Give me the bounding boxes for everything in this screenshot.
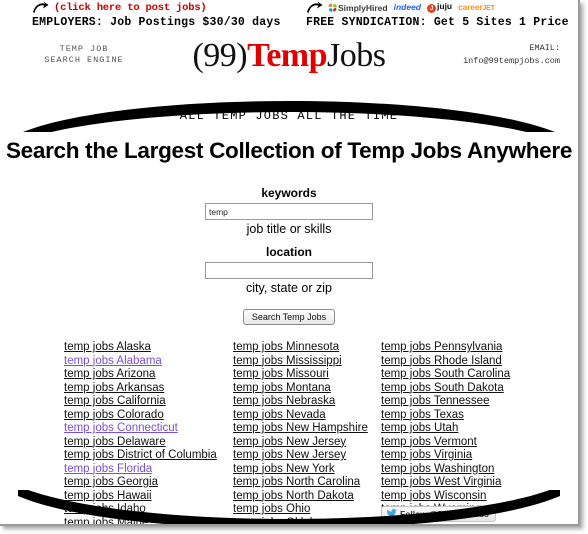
job-search-form: keywords job title or skills location ci… [0, 186, 578, 325]
location-hint: city, state or zip [246, 281, 332, 295]
state-job-link[interactable]: temp jobs Washington [381, 463, 510, 477]
promo-employers-row: (click here to post jobs) [32, 0, 332, 15]
state-job-link[interactable]: temp jobs Arizona [64, 368, 217, 382]
juju-dot-icon: J [427, 4, 437, 13]
employers-text: EMPLOYERS: Job Postings $30/30 days [32, 16, 281, 29]
promo-bar: (click here to post jobs) EMPLOYERS: Job… [0, 0, 578, 32]
curved-arrow-icon [306, 1, 323, 14]
state-job-link[interactable]: temp jobs Tennessee [381, 395, 510, 409]
location-label: location [265, 245, 312, 259]
state-job-link[interactable]: temp jobs Nevada [233, 409, 368, 423]
promo-syndication-row: SimplyHired indeed Jjuju careerJET [306, 0, 578, 15]
bottom-arc-shape-icon [18, 490, 560, 524]
location-input[interactable] [205, 262, 373, 279]
syndication-text: FREE SYNDICATION: Get 5 Sites 1 Price [306, 16, 569, 29]
state-job-link[interactable]: temp jobs Mississippi [233, 355, 368, 369]
state-job-link[interactable]: temp jobs Nebraska [233, 395, 368, 409]
simplyhired-logo: SimplyHired [328, 2, 388, 13]
state-job-link[interactable]: temp jobs Montana [233, 382, 368, 396]
page-title: Search the Largest Collection of Temp Jo… [5, 138, 573, 163]
keywords-label: keywords [261, 186, 317, 200]
arc-shape-icon [23, 101, 555, 132]
state-job-link[interactable]: temp jobs Vermont [381, 436, 510, 450]
promo-employers: (click here to post jobs) EMPLOYERS: Job… [32, 0, 332, 29]
site-header: TEMP JOB SEARCH ENGINE (99)TempJobs EMAI… [0, 32, 578, 84]
state-job-link[interactable]: temp jobs New Hampshire [233, 422, 368, 436]
state-job-link[interactable]: temp jobs Delaware [64, 436, 217, 450]
logo-paren: (99) [192, 37, 248, 74]
bottom-arc-banner [0, 490, 578, 524]
logo-jobs: Jobs [327, 37, 386, 74]
state-job-link[interactable]: temp jobs Texas [381, 409, 510, 423]
simplyhired-dots-icon [328, 2, 337, 12]
juju-logo: Jjuju [427, 2, 452, 13]
contact-email: EMAIL: info@99tempjobs.com [463, 42, 560, 68]
state-job-link[interactable]: temp jobs Connecticut [64, 422, 217, 436]
keywords-input[interactable] [205, 203, 373, 220]
state-job-link[interactable]: temp jobs North Carolina [233, 476, 368, 490]
keywords-hint: job title or skills [246, 222, 332, 236]
arc-banner: ALL TEMP JOBS ALL THE TIME [0, 84, 578, 132]
careerjet-logo: careerJET [458, 2, 495, 12]
email-address: info@99tempjobs.com [463, 56, 560, 66]
state-job-link[interactable]: temp jobs Georgia [64, 476, 217, 490]
state-job-link[interactable]: temp jobs Florida [64, 463, 217, 477]
state-job-link[interactable]: temp jobs Minnesota [233, 341, 368, 355]
state-job-link[interactable]: temp jobs Missouri [233, 368, 368, 382]
promo-syndication: SimplyHired indeed Jjuju careerJET FREE … [306, 0, 578, 29]
page-root: (click here to post jobs) EMPLOYERS: Job… [0, 0, 580, 526]
state-job-link[interactable]: temp jobs Virginia [381, 449, 510, 463]
state-job-link[interactable]: temp jobs New Jersey [233, 449, 368, 463]
state-job-link[interactable]: temp jobs South Carolina [381, 368, 510, 382]
state-job-link[interactable]: temp jobs New Jersey [233, 436, 368, 450]
state-job-link[interactable]: temp jobs California [64, 395, 217, 409]
state-job-link[interactable]: temp jobs West Virginia [381, 476, 510, 490]
state-job-link[interactable]: temp jobs Rhode Island [381, 355, 510, 369]
state-job-link[interactable]: temp jobs Alabama [64, 355, 217, 369]
email-label: EMAIL: [529, 43, 560, 53]
state-job-link[interactable]: temp jobs South Dakota [381, 382, 510, 396]
logo-temp: Temp [247, 37, 328, 74]
state-job-link[interactable]: temp jobs New York [233, 463, 368, 477]
state-job-link[interactable]: temp jobs Alaska [64, 341, 217, 355]
state-job-link[interactable]: temp jobs Arkansas [64, 382, 217, 396]
state-job-link[interactable]: temp jobs District of Columbia [64, 449, 217, 463]
post-jobs-link[interactable]: (click here to post jobs) [54, 2, 207, 14]
search-submit-button[interactable]: Search Temp Jobs [242, 309, 336, 325]
arc-tagline: ALL TEMP JOBS ALL THE TIME [179, 109, 399, 123]
state-job-link[interactable]: temp jobs Pennsylvania [381, 341, 510, 355]
indeed-logo: indeed [393, 2, 422, 13]
state-job-link[interactable]: temp jobs Utah [381, 422, 510, 436]
curved-arrow-icon [32, 1, 49, 14]
state-job-link[interactable]: temp jobs Colorado [64, 409, 217, 423]
partner-logos: SimplyHired indeed Jjuju careerJET [328, 0, 495, 15]
